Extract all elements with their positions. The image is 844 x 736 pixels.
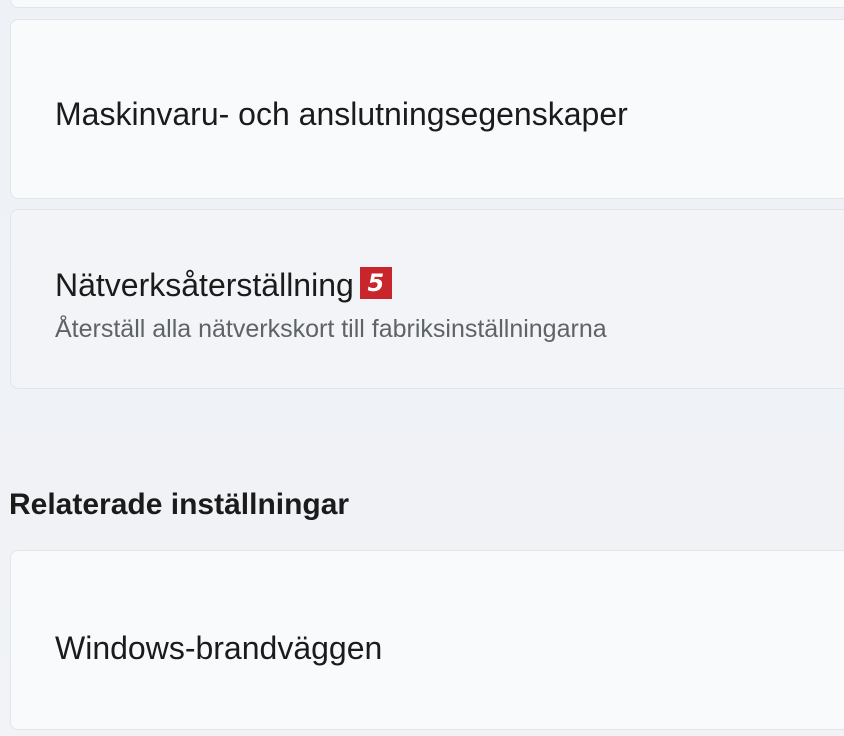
hardware-connection-properties-label: Maskinvaru- och anslutningsegenskaper	[55, 96, 628, 132]
network-reset-item[interactable]: Nätverksåterställning 5 Återställ alla nä…	[10, 209, 844, 389]
related-settings-heading: Relaterade inställningar	[9, 488, 350, 521]
network-reset-label: Nätverksåterställning	[55, 267, 354, 303]
step-number-badge: 5	[359, 267, 392, 299]
windows-firewall-label: Windows-brandväggen	[55, 630, 383, 666]
hardware-connection-properties-item[interactable]: Maskinvaru- och anslutningsegenskaper	[10, 19, 844, 199]
settings-card-partial[interactable]	[10, 0, 844, 8]
network-reset-description: Återställ alla nätverkskort till fabriks…	[55, 315, 607, 343]
windows-firewall-item[interactable]: Windows-brandväggen	[10, 550, 844, 730]
network-reset-title-row: Nätverksåterställning 5	[55, 266, 392, 304]
